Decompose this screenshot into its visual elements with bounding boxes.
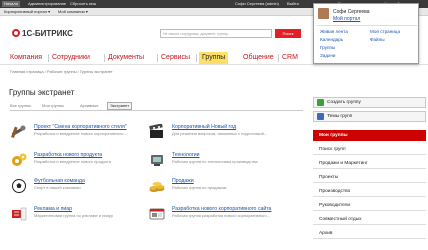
breadcrumb[interactable]: Главная страница / Рабочие группы / Груп…: [10, 69, 113, 74]
logo-text: 1С-БИТРИКС: [22, 28, 73, 38]
group-name[interactable]: Футбольная команда: [34, 178, 85, 184]
tab-all-groups[interactable]: Все группы: [10, 102, 31, 110]
nav-separator: [278, 54, 279, 62]
nav-separator: [104, 54, 105, 62]
logout-link[interactable]: Выйти: [287, 1, 299, 7]
group-name[interactable]: Технологии: [172, 152, 200, 158]
popup-divider: [317, 25, 417, 26]
popup-link-files[interactable]: Файлы: [370, 37, 385, 42]
bitrix-logo[interactable]: 1С-БИТРИКС: [12, 27, 73, 39]
plus-icon: [317, 99, 324, 106]
group-topics-button[interactable]: Темы групп: [313, 111, 426, 122]
side-menu-production[interactable]: Производство: [313, 186, 426, 197]
create-group-label: Создать группу: [327, 100, 361, 105]
group-name[interactable]: Разработка нового корпоративного сайта: [172, 206, 271, 212]
popup-link-calendar[interactable]: Календарь: [320, 37, 343, 42]
portal-menu[interactable]: Корпоративный портал ▾: [4, 9, 50, 15]
popup-link-live-feed[interactable]: Живая лента: [320, 29, 348, 34]
clapperboard-icon: [149, 124, 163, 138]
nav-separator: [157, 54, 158, 62]
popup-user-name: Софи Сергеева: [333, 9, 370, 15]
side-menu-search-groups[interactable]: Поиск групп: [313, 144, 426, 155]
side-menu-archive[interactable]: Архив: [313, 228, 426, 239]
nav-separator: [48, 54, 49, 62]
popup-link-my-page[interactable]: Моя страница: [370, 29, 400, 34]
group-topics-label: Темы групп: [327, 114, 353, 119]
website-icon: [149, 208, 165, 220]
user-menu-popup: Софи Сергеева Мой портал Живая лента Моя…: [313, 3, 419, 64]
search-input[interactable]: Не нашли сотрудника, документ, группу...: [160, 29, 272, 38]
group-name[interactable]: Проект "Смена корпоративного стиля": [34, 124, 127, 130]
group-name[interactable]: Разработка нового продукта: [34, 152, 102, 158]
nav-item-company[interactable]: Компания: [10, 52, 42, 64]
group-description: Маркетинговая группа по рекламе и пиару: [34, 213, 114, 218]
tools-icon: [11, 125, 26, 138]
page-title: Группы экстранет: [9, 88, 75, 97]
nav-item-crm[interactable]: CRM: [282, 52, 298, 64]
topics-icon: [317, 113, 324, 120]
side-menu-leisure[interactable]: Совместный отдых: [313, 214, 426, 225]
group-description: Рабочая группа по технологиям производст…: [172, 159, 258, 164]
technology-icon: [151, 155, 163, 166]
admin-user[interactable]: Софи Сергеева (admin): [235, 1, 279, 7]
tab-archive[interactable]: Архивные: [80, 102, 99, 110]
group-description: Рабочая группа по продажам: [172, 185, 227, 190]
nav-item-employees[interactable]: Сотрудники: [52, 52, 90, 64]
tabs-divider: [10, 110, 303, 111]
avatar: [318, 8, 329, 19]
nav-item-services[interactable]: Сервисы: [161, 52, 190, 64]
logo-icon: [12, 29, 20, 37]
popup-link-tasks[interactable]: Задачи: [320, 53, 335, 58]
side-menu-projects[interactable]: Проекты: [313, 172, 426, 183]
nav-item-groups[interactable]: Группы: [199, 52, 229, 64]
group-name[interactable]: Продажи: [172, 178, 194, 184]
nav-divider: [0, 64, 428, 65]
side-menu-managers[interactable]: Руководители: [313, 200, 426, 211]
admin-tab-clear-cache[interactable]: Сбросить кеш: [70, 1, 96, 7]
admin-tab-administration[interactable]: Администрирование: [28, 1, 66, 7]
popup-link-groups[interactable]: Группы: [320, 45, 335, 50]
admin-tab-start[interactable]: Начало: [2, 1, 20, 7]
group-name[interactable]: Реклама и пиар: [34, 206, 72, 212]
tab-my-groups[interactable]: Мои группы: [42, 102, 64, 110]
megaphone-icon: [12, 207, 27, 221]
create-group-button[interactable]: Создать группу: [313, 97, 426, 108]
group-description: Рабочая группа разработки нового корпора…: [172, 213, 271, 218]
group-name[interactable]: Корпоративный Новый год: [172, 124, 236, 130]
search-button[interactable]: Поиск: [275, 29, 301, 38]
coins-icon: [149, 182, 165, 192]
company-menu[interactable]: Мой компании ▾: [58, 9, 88, 15]
nav-separator: [196, 54, 197, 62]
side-menu-sales-marketing[interactable]: Продажи и Маркетинг: [313, 158, 426, 169]
soccer-ball-icon: [12, 179, 26, 193]
group-description: Разработка и внедрение нового продукта: [34, 159, 111, 164]
group-description: Для решения вопросов, связанных с подгот…: [172, 131, 268, 136]
nav-item-communication[interactable]: Общение: [243, 52, 274, 64]
group-description: Разработка и внедрение нового корпоратив…: [34, 131, 127, 136]
nav-item-documents[interactable]: Документы: [108, 52, 144, 64]
tab-extranet[interactable]: Экстранет: [107, 102, 133, 110]
gears-icon: [12, 153, 27, 166]
my-portal-link[interactable]: Мой портал: [333, 16, 360, 22]
side-menu-my-groups[interactable]: Мои группы: [313, 130, 426, 141]
group-description: Спорт в нашей компании: [34, 185, 81, 190]
